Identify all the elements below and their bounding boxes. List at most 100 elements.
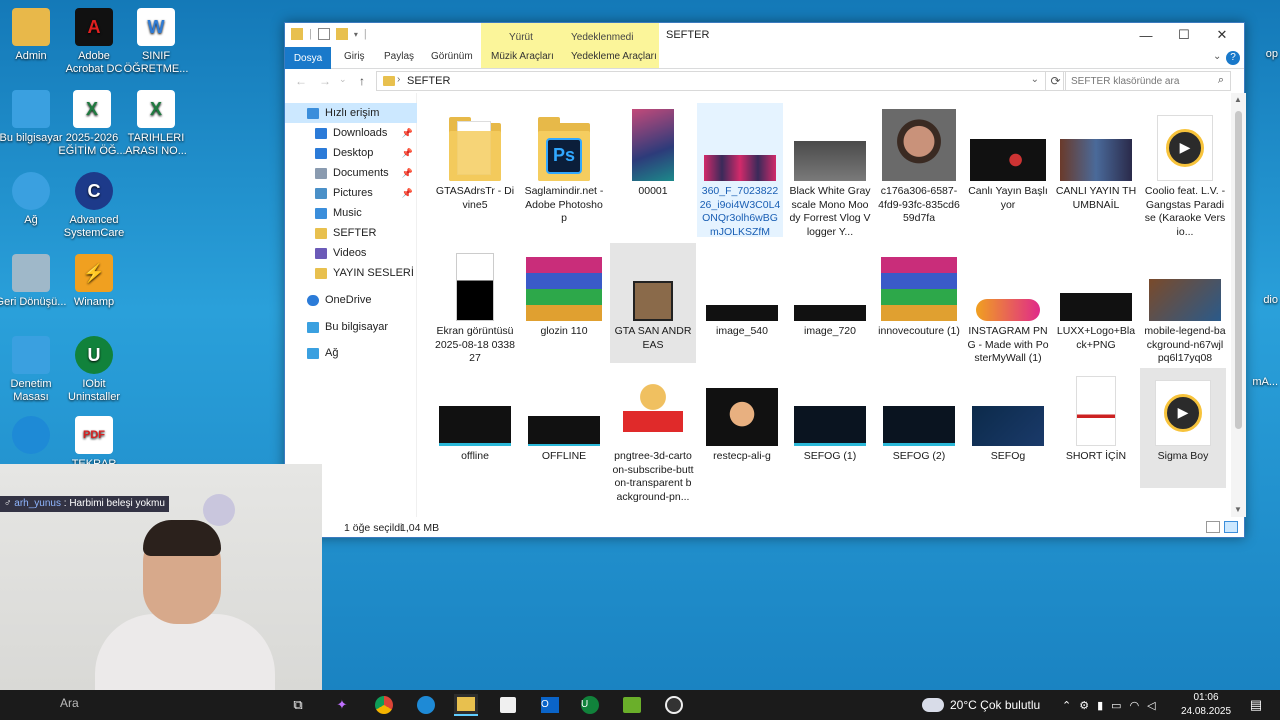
- minimize-button[interactable]: —: [1127, 23, 1165, 47]
- large-icons-view-button[interactable]: [1224, 521, 1238, 533]
- nav-sefter[interactable]: SEFTER: [285, 223, 417, 243]
- search-box[interactable]: Ara: [60, 696, 79, 710]
- vertical-scrollbar[interactable]: ▲ ▼: [1231, 93, 1246, 517]
- file-item[interactable]: SEFOg: [965, 368, 1051, 464]
- address-bar[interactable]: › SEFTER ⌄: [376, 71, 1046, 91]
- file-item[interactable]: SHORT İÇİN: [1053, 368, 1139, 464]
- desktop-icon-recycle-bin[interactable]: Geri Dönüşü...: [0, 254, 67, 309]
- store-icon[interactable]: [496, 694, 520, 716]
- tab-backup-tools[interactable]: Yedekleme Araçları: [571, 51, 657, 62]
- file-item[interactable]: 00001: [610, 103, 696, 199]
- file-item[interactable]: CANLI YAYIN THUMBNAİL: [1053, 103, 1139, 212]
- task-view-icon[interactable]: ⧉: [286, 694, 310, 716]
- nav-music[interactable]: Music: [285, 203, 417, 223]
- details-view-button[interactable]: [1206, 521, 1220, 533]
- file-item[interactable]: glozin 110: [521, 243, 607, 339]
- file-item[interactable]: Canlı Yayın Başlıyor: [965, 103, 1051, 212]
- nav-pictures[interactable]: Pictures 📌: [285, 183, 417, 203]
- chevron-right-icon[interactable]: ›: [397, 74, 400, 85]
- desktop-icon-iobit-uninstaller[interactable]: U IObit Uninstaller: [58, 336, 130, 404]
- notification-icon[interactable]: ▤: [1244, 694, 1268, 716]
- nav-desktop[interactable]: Desktop 📌: [285, 143, 417, 163]
- outlook-icon[interactable]: O: [538, 694, 562, 716]
- right-strip-label-3[interactable]: mA...: [1252, 376, 1278, 388]
- desktop-icon-winamp[interactable]: ⚡ Winamp: [58, 254, 130, 309]
- file-item[interactable]: image_720: [787, 243, 873, 339]
- nav-onedrive[interactable]: OneDrive: [285, 290, 417, 310]
- scroll-down-icon[interactable]: ▼: [1234, 505, 1242, 514]
- close-button[interactable]: ✕: [1203, 23, 1241, 47]
- app-tray-icon[interactable]: ⚙: [1079, 699, 1089, 712]
- file-item[interactable]: image_540: [699, 243, 785, 339]
- desktop-icon-control-panel[interactable]: Denetim Masası: [0, 336, 67, 404]
- tab-share[interactable]: Paylaş: [384, 51, 414, 62]
- file-item[interactable]: GTASAdrsTr - Divine5: [432, 103, 518, 212]
- file-item[interactable]: SEFOG (2): [876, 368, 962, 464]
- nav-this-pc[interactable]: Bu bilgisayar: [285, 317, 417, 337]
- properties-icon[interactable]: [317, 28, 330, 40]
- tab-view[interactable]: Görünüm: [431, 51, 473, 62]
- breadcrumb-current[interactable]: SEFTER: [407, 75, 450, 87]
- file-item[interactable]: pngtree-3d-cartoon-subscribe-button-tran…: [610, 368, 696, 504]
- new-folder-icon[interactable]: [335, 28, 348, 40]
- file-item[interactable]: ▶ Coolio feat. L.V. - Gangstas Paradise …: [1142, 103, 1228, 239]
- file-item[interactable]: Black White Grayscale Mono Moody Forrest…: [787, 103, 873, 239]
- copilot-icon[interactable]: ✦: [330, 694, 354, 716]
- up-button[interactable]: ↑: [359, 74, 365, 88]
- file-item[interactable]: SEFOG (1): [787, 368, 873, 464]
- file-item-selected[interactable]: 360_F_702382226_i9oi4W3C0L4ONQr3olh6wBGm…: [697, 103, 783, 238]
- file-item[interactable]: offline: [432, 368, 518, 464]
- forward-button[interactable]: →: [319, 74, 331, 88]
- file-item[interactable]: INSTAGRAM PNG - Made with PosterMyWall (…: [965, 243, 1051, 366]
- file-item[interactable]: Ekran görüntüsü 2025-08-18 033827: [432, 243, 518, 366]
- nav-downloads[interactable]: Downloads 📌: [285, 123, 417, 143]
- back-button[interactable]: ←: [295, 74, 307, 88]
- recent-dropdown-icon[interactable]: ⌄: [339, 74, 347, 85]
- chevron-down-icon[interactable]: ▾: [354, 30, 358, 39]
- right-strip-label-2[interactable]: dio: [1263, 294, 1278, 306]
- file-explorer-icon[interactable]: [454, 694, 478, 716]
- desktop-icon-network[interactable]: Ağ: [0, 172, 67, 227]
- file-item[interactable]: GTA SAN ANDREAS: [610, 243, 696, 363]
- nav-quick-access[interactable]: Hızlı erişim: [285, 103, 417, 123]
- chevron-up-icon[interactable]: ⌃: [1062, 699, 1071, 712]
- right-strip-label-1[interactable]: op: [1266, 48, 1278, 60]
- tab-music-tools[interactable]: Müzik Araçları: [491, 51, 554, 62]
- iobit-uninstaller-icon[interactable]: U: [578, 694, 602, 716]
- file-item[interactable]: c176a306-6587-4fd9-93fc-835cd659d7fa: [876, 103, 962, 226]
- file-item[interactable]: OFFLINE: [521, 368, 607, 464]
- desktop-icon-excel-2[interactable]: X TARIHLERI ARASI NO...: [120, 90, 192, 158]
- chrome-icon[interactable]: [372, 694, 396, 716]
- file-item[interactable]: ▶ Sigma Boy: [1140, 368, 1226, 488]
- file-item[interactable]: innovecouture (1): [876, 243, 962, 339]
- tab-file[interactable]: Dosya: [285, 47, 331, 69]
- taskbar-clock[interactable]: 01:06 24.08.2025: [1176, 690, 1236, 719]
- desktop-icon-pdf[interactable]: PDF TEKRAR: [58, 416, 130, 471]
- file-item[interactable]: mobile-legend-background-n67wjlpq6l17yq0…: [1142, 243, 1228, 366]
- usb-icon[interactable]: ▮: [1097, 699, 1103, 712]
- nav-documents[interactable]: Documents 📌: [285, 163, 417, 183]
- tab-home[interactable]: Giriş: [344, 51, 365, 62]
- nav-yayin-sesleri[interactable]: YAYIN SESLERİ: [285, 263, 417, 283]
- scrollbar-thumb[interactable]: [1235, 111, 1242, 429]
- file-item[interactable]: restecp-ali-g: [699, 368, 785, 464]
- desktop-icon-edge[interactable]: [0, 416, 67, 458]
- file-item[interactable]: Ps Saglamindir.net - Adobe Photoshop: [521, 103, 607, 226]
- expand-ribbon-icon[interactable]: ⌄: [1213, 51, 1221, 62]
- nav-network[interactable]: Ağ: [285, 343, 417, 363]
- desktop-icon-advanced-systemcare[interactable]: C Advanced SystemCare: [58, 172, 130, 240]
- android-app-icon[interactable]: [620, 694, 644, 716]
- maximize-button[interactable]: ☐: [1165, 23, 1203, 47]
- help-icon[interactable]: ?: [1226, 51, 1240, 65]
- search-input[interactable]: SEFTER klasöründe ara ⌕: [1063, 71, 1231, 91]
- obs-icon[interactable]: [662, 694, 686, 716]
- desktop-icon-excel-1[interactable]: X 2025-2026 EĞİTİM ÖĞ...: [56, 90, 128, 158]
- desktop-icon-admin[interactable]: Admin: [0, 8, 67, 63]
- nav-videos[interactable]: Videos: [285, 243, 417, 263]
- desktop-icon-word-doc[interactable]: W SINIF ÖĞRETME...: [120, 8, 192, 76]
- scroll-up-icon[interactable]: ▲: [1234, 95, 1242, 104]
- file-item[interactable]: LUXX+Logo+Black+PNG: [1053, 243, 1139, 352]
- volume-icon[interactable]: ◁: [1147, 699, 1155, 712]
- battery-icon[interactable]: ▭: [1111, 699, 1121, 712]
- weather-widget[interactable]: 20°C Çok bulutlu: [922, 690, 1040, 720]
